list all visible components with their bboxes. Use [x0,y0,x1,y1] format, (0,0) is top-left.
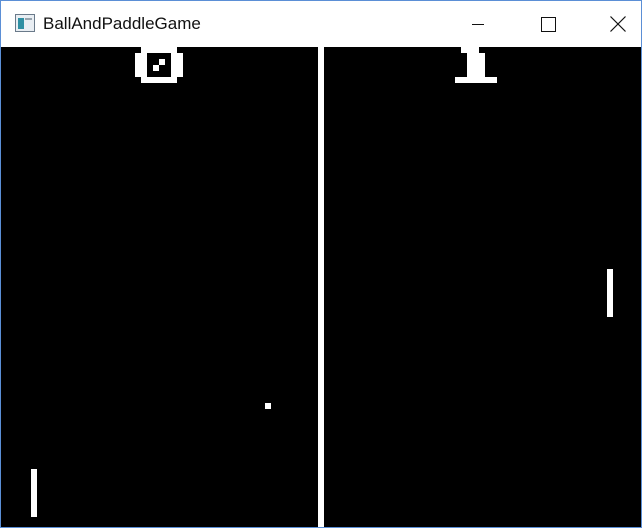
maximize-icon [540,16,556,32]
right-paddle[interactable] [607,269,613,317]
game-canvas[interactable]: 0 1 [1,47,641,527]
app-icon [15,14,35,32]
center-net [318,47,324,527]
window-controls [455,1,641,47]
title-bar[interactable]: BallAndPaddleGame [1,1,641,47]
left-score: 0 [135,47,183,83]
minimize-button[interactable] [455,1,501,47]
right-score: 1 [455,47,497,83]
window-title: BallAndPaddleGame [43,14,201,33]
app-window: BallAndPaddleGame 0 [0,0,642,528]
close-button[interactable] [595,1,641,47]
left-paddle[interactable] [31,469,37,517]
close-icon [610,16,626,32]
maximize-button[interactable] [525,1,571,47]
ball [265,403,271,409]
minimize-icon [472,24,484,25]
